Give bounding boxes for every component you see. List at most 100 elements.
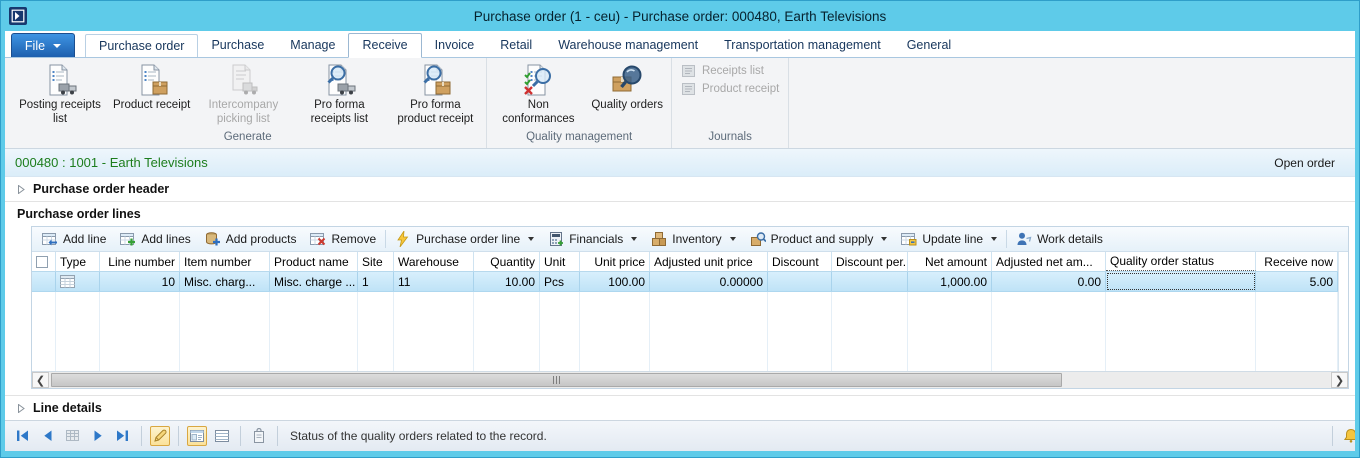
select-all-checkbox[interactable]: [36, 256, 48, 268]
column-header-site[interactable]: Site: [358, 252, 394, 271]
cell-adjusted-net-am[interactable]: 0.00: [992, 272, 1106, 291]
tab-purchase[interactable]: Purchase: [198, 34, 277, 57]
column-header-line-number[interactable]: Line number: [100, 252, 180, 271]
cell-discount-per[interactable]: [832, 272, 908, 291]
cell-site[interactable]: 1: [358, 272, 394, 291]
scroll-left-arrow-icon[interactable]: ❮: [32, 372, 49, 388]
toolbar-button-add-products[interactable]: Add products: [198, 229, 304, 250]
cell-unit[interactable]: Pcs: [540, 272, 580, 291]
cell-type[interactable]: [56, 272, 100, 291]
ribbon-button-pro-forma-receipts-list[interactable]: Pro forma receipts list: [291, 59, 387, 129]
section-line-details[interactable]: Line details: [5, 395, 1355, 420]
tab-transportation-management[interactable]: Transportation management: [711, 34, 894, 57]
toolbar-button-add-line[interactable]: Add line: [35, 229, 113, 250]
cell-item-number[interactable]: Misc. charg...: [180, 272, 270, 291]
toolbar-button-financials[interactable]: Financials: [541, 229, 644, 250]
tab-receive[interactable]: Receive: [348, 33, 421, 58]
cell-quantity[interactable]: 10.00: [474, 272, 540, 291]
column-header-receive-now[interactable]: Receive now: [1256, 252, 1338, 271]
tab-invoice[interactable]: Invoice: [422, 34, 488, 57]
ribbon-button-pro-forma-product-receipt[interactable]: Pro forma product receipt: [387, 59, 483, 129]
toolbar-button-inventory[interactable]: Inventory: [644, 229, 742, 250]
toolbar-button-label: Add line: [63, 232, 106, 246]
app-window: Purchase order (1 - ceu) - Purchase orde…: [0, 0, 1360, 458]
toolbar-button-label: Inventory: [672, 232, 721, 246]
scrollbar-thumb[interactable]: [51, 373, 1062, 387]
nav-first-icon[interactable]: [13, 426, 33, 446]
column-header-unit[interactable]: Unit: [540, 252, 580, 271]
column-header-unit-price[interactable]: Unit price: [580, 252, 650, 271]
ribbon-button-non-conformances[interactable]: Non conformances: [490, 59, 586, 129]
ribbon-button-label: Non conformances: [495, 99, 581, 126]
empty-column: [768, 292, 832, 371]
section-purchase-order-header[interactable]: Purchase order header: [5, 177, 1355, 202]
grid-add-line-icon: [42, 231, 58, 247]
tab-manage[interactable]: Manage: [277, 34, 348, 57]
column-header-product-name[interactable]: Product name: [270, 252, 358, 271]
tab-general[interactable]: General: [894, 34, 964, 57]
cell-line-number[interactable]: 10: [100, 272, 180, 291]
cell-unit-price[interactable]: 100.00: [580, 272, 650, 291]
toolbar-button-product-and-supply[interactable]: Product and supply: [743, 229, 895, 250]
status-message: Status of the quality orders related to …: [290, 429, 547, 443]
column-header-discount-per[interactable]: Discount per...: [832, 252, 908, 271]
ribbon-button-posting-receipts-list[interactable]: Posting receipts list: [12, 59, 108, 129]
nav-previous-icon[interactable]: [38, 426, 58, 446]
ribbon-button-label: Pro forma product receipt: [392, 99, 478, 126]
tab-retail[interactable]: Retail: [487, 34, 545, 57]
toolbar-button-update-line[interactable]: Update line: [894, 229, 1004, 250]
column-header-discount[interactable]: Discount: [768, 252, 832, 271]
expand-arrow-icon[interactable]: [17, 185, 25, 194]
ribbon-button-label: Intercompany picking list: [200, 99, 286, 126]
toolbar-button-work-details[interactable]: Work details: [1009, 229, 1110, 250]
toolbar-button-add-lines[interactable]: Add lines: [113, 229, 197, 250]
grid-view-icon[interactable]: [212, 426, 232, 446]
ribbon-button-quality-orders[interactable]: Quality orders: [586, 59, 668, 129]
toolbar-button-remove[interactable]: Remove: [303, 229, 383, 250]
cell-discount[interactable]: [768, 272, 832, 291]
table-row[interactable]: 10Misc. charg...Misc. charge ...11110.00…: [32, 272, 1338, 292]
edit-pencil-icon[interactable]: [150, 426, 170, 446]
toolbar-button-purchase-order-line[interactable]: Purchase order line: [388, 229, 541, 250]
cell-net-amount[interactable]: 1,000.00: [908, 272, 992, 291]
column-header-select[interactable]: [32, 252, 56, 271]
nav-last-icon[interactable]: [113, 426, 133, 446]
cell-select[interactable]: [32, 272, 56, 291]
scroll-right-arrow-icon[interactable]: ❯: [1331, 372, 1348, 388]
column-header-item-number[interactable]: Item number: [180, 252, 270, 271]
title-bar[interactable]: Purchase order (1 - ceu) - Purchase orde…: [1, 1, 1359, 31]
ribbon-button-label: Product receipt: [113, 99, 190, 113]
tab-warehouse-management[interactable]: Warehouse management: [545, 34, 711, 57]
nav-next-icon[interactable]: [88, 426, 108, 446]
file-menu-button[interactable]: File: [11, 33, 75, 57]
statusbar-separator: [240, 426, 241, 446]
column-header-quality-order-status[interactable]: Quality order status: [1106, 252, 1256, 271]
cell-receive-now[interactable]: 5.00: [1256, 272, 1338, 291]
ribbon-button-product-receipt[interactable]: Product receipt: [108, 59, 195, 129]
horizontal-scrollbar[interactable]: ❮ ❯: [32, 371, 1348, 388]
dynamics-ax-icon[interactable]: [9, 7, 27, 25]
scrollbar-track[interactable]: [50, 372, 1330, 388]
section-purchase-order-lines: Purchase order lines Add lineAdd linesAd…: [5, 202, 1355, 395]
column-header-adjusted-unit-price[interactable]: Adjusted unit price: [650, 252, 768, 271]
tab-purchase-order[interactable]: Purchase order: [85, 34, 198, 57]
cell-quality-order-status[interactable]: [1106, 272, 1256, 291]
toolbar-button-label: Remove: [331, 232, 376, 246]
cell-product-name[interactable]: Misc. charge ...: [270, 272, 358, 291]
form-view-icon[interactable]: [187, 426, 207, 446]
column-header-type[interactable]: Type: [56, 252, 100, 271]
cell-adjusted-unit-price[interactable]: 0.00000: [650, 272, 768, 291]
column-header-adjusted-net-am[interactable]: Adjusted net am...: [992, 252, 1106, 271]
empty-column: [394, 292, 474, 371]
bell-icon[interactable]: [1341, 426, 1355, 446]
column-header-quantity[interactable]: Quantity: [474, 252, 540, 271]
toolbar-button-label: Purchase order line: [416, 232, 520, 246]
attachment-icon[interactable]: [249, 426, 269, 446]
empty-column: [1256, 292, 1338, 371]
column-header-net-amount[interactable]: Net amount: [908, 252, 992, 271]
statusbar-separator: [277, 426, 278, 446]
cell-warehouse[interactable]: 11: [394, 272, 474, 291]
column-header-warehouse[interactable]: Warehouse: [394, 252, 474, 271]
vertical-scrollbar[interactable]: [1338, 252, 1348, 371]
expand-arrow-icon[interactable]: [17, 404, 25, 413]
